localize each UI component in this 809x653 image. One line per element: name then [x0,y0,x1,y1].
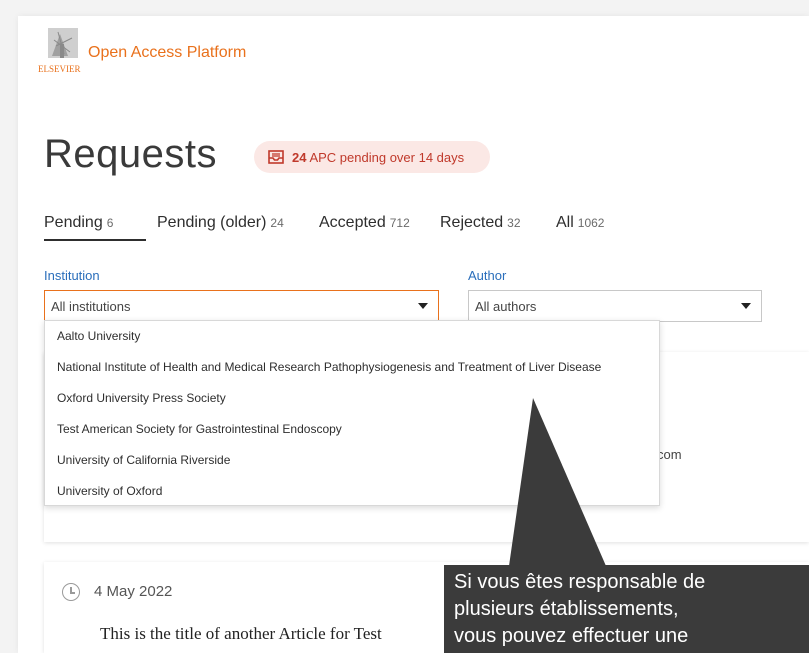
tooltip-line: Si vous êtes responsable de [454,571,706,593]
help-tooltip: Si vous êtes responsable de plusieurs ét… [444,565,809,653]
tooltip-line: vous pouvez effectuer une [454,625,689,647]
tooltip-line: plusieurs établissements, [454,598,679,620]
tooltip-arrow [509,398,606,566]
